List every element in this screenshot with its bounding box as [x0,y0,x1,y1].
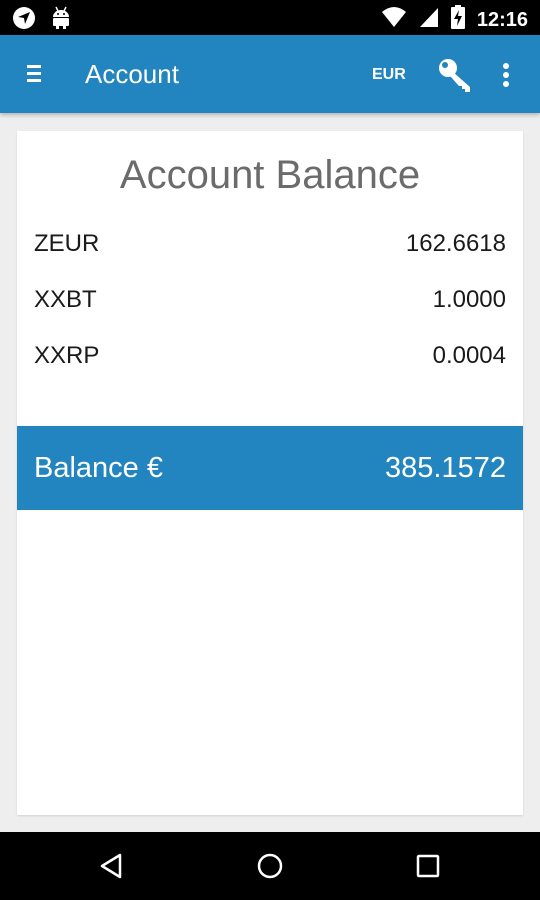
more-vert-icon [503,63,509,87]
back-icon [100,853,122,879]
recents-button[interactable] [414,852,442,880]
status-right: 12:16 [381,5,528,34]
key-button[interactable] [436,57,476,93]
account-balance-card: Account Balance ZEUR 162.6618 XXBT 1.000… [17,131,523,815]
balance-asset-name: XXBT [34,286,97,313]
signal-icon [419,6,439,33]
menu-button[interactable] [22,61,48,87]
balance-row-xxrp: XXRP 0.0004 [34,340,506,372]
menu-icon [27,65,41,82]
page-title: Account [85,59,179,89]
total-balance-label: Balance € [34,452,163,484]
key-icon [439,59,470,92]
balance-asset-name: ZEUR [34,230,100,257]
system-nav-bar [0,832,540,900]
balance-asset-value: 162.6618 [405,230,506,257]
currency-button[interactable]: EUR [372,66,406,84]
total-balance-bar: Balance € 385.1572 [17,426,523,510]
status-left [12,6,72,35]
back-button[interactable] [98,852,126,880]
total-balance-value: 385.1572 [385,452,506,484]
status-time: 12:16 [476,8,528,31]
battery-charging-icon [450,5,465,34]
more-options-button[interactable] [494,59,518,91]
navigation-icon [12,6,36,35]
balance-row-zeur: ZEUR 162.6618 [34,228,506,260]
android-icon [50,6,72,35]
card-title: Account Balance [119,153,421,197]
home-button[interactable] [256,852,284,880]
balance-asset-name: XXRP [34,342,100,369]
balance-row-xxbt: XXBT 1.0000 [34,284,506,316]
balance-asset-value: 0.0004 [432,342,506,369]
status-bar: 12:16 [0,0,540,35]
app-bar: Account EUR [0,35,540,113]
recents-icon [416,854,440,878]
home-icon [257,853,283,879]
balance-asset-value: 1.0000 [432,286,506,313]
wifi-icon [381,6,407,33]
